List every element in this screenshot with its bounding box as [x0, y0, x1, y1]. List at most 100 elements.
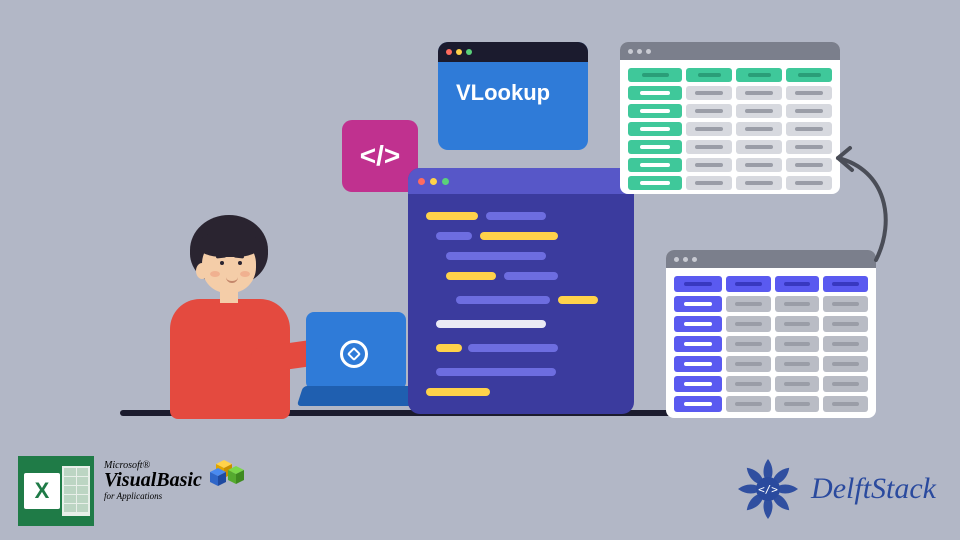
cell — [786, 86, 832, 100]
delftstack-logo: </> DelftStack — [735, 456, 936, 522]
header-cell — [736, 68, 782, 82]
traffic-yellow-icon — [430, 178, 437, 185]
cell — [775, 356, 820, 372]
cell — [726, 396, 771, 412]
traffic-red-icon — [418, 178, 425, 185]
titlebar-dot-icon — [692, 257, 697, 262]
code-line — [436, 368, 556, 376]
row-header-cell — [674, 396, 722, 412]
cell — [786, 104, 832, 118]
header-cell — [786, 68, 832, 82]
header-cell — [726, 276, 771, 292]
titlebar-dot-icon — [637, 49, 642, 54]
titlebar-dot-icon — [646, 49, 651, 54]
cell — [823, 316, 868, 332]
spreadsheet-grid — [628, 68, 832, 190]
header-cell — [674, 276, 722, 292]
titlebar-dot-icon — [628, 49, 633, 54]
cell — [736, 122, 782, 136]
cell — [686, 104, 732, 118]
vlookup-window: VLookup — [438, 42, 588, 150]
delftstack-label: DelftStack — [811, 472, 936, 506]
row-header-cell — [628, 86, 682, 100]
delftstack-mandala-icon: </> — [735, 456, 801, 522]
spreadsheet-grid — [674, 276, 868, 412]
window-titlebar — [438, 42, 588, 62]
row-header-cell — [628, 122, 682, 136]
cell — [823, 336, 868, 352]
cell — [726, 316, 771, 332]
cell — [823, 356, 868, 372]
vb-visual-label: Visual — [104, 469, 156, 491]
illustration-canvas: </> VLookup — [0, 0, 960, 540]
excel-x-icon: X — [24, 473, 60, 509]
code-line — [446, 252, 546, 260]
code-tag-tile: </> — [342, 120, 418, 192]
code-line — [446, 272, 496, 280]
laptop-illustration — [300, 312, 420, 410]
row-header-cell — [674, 296, 722, 312]
window-titlebar — [620, 42, 840, 60]
cell — [726, 296, 771, 312]
vb-basic-label: Basic — [156, 469, 202, 491]
code-line — [436, 320, 546, 328]
row-header-cell — [674, 356, 722, 372]
traffic-green-icon — [442, 178, 449, 185]
cell — [786, 122, 832, 136]
code-line — [426, 212, 478, 220]
cell — [775, 376, 820, 392]
vb-applications-label: for Applications — [104, 491, 254, 501]
cell — [775, 316, 820, 332]
vb-cubes-icon — [208, 454, 252, 490]
cell — [823, 296, 868, 312]
cell — [686, 176, 732, 190]
excel-logo: X — [18, 456, 94, 526]
code-tag-icon: </> — [360, 140, 400, 172]
cell — [726, 376, 771, 392]
cell — [775, 296, 820, 312]
cell — [736, 158, 782, 172]
code-editor-window — [408, 168, 634, 414]
code-line — [426, 388, 490, 396]
code-line — [468, 344, 558, 352]
cell — [686, 86, 732, 100]
header-cell — [823, 276, 868, 292]
code-line — [480, 232, 558, 240]
titlebar-dot-icon — [683, 257, 688, 262]
row-header-cell — [628, 140, 682, 154]
cell — [823, 376, 868, 392]
cell — [686, 158, 732, 172]
cell — [686, 122, 732, 136]
header-cell — [775, 276, 820, 292]
cell — [823, 396, 868, 412]
svg-text:</>: </> — [758, 483, 778, 496]
cell — [775, 336, 820, 352]
row-header-cell — [674, 336, 722, 352]
cell — [726, 356, 771, 372]
code-line — [436, 232, 472, 240]
cell — [775, 396, 820, 412]
row-header-cell — [628, 104, 682, 118]
row-header-cell — [674, 316, 722, 332]
row-header-cell — [628, 176, 682, 190]
row-header-cell — [674, 376, 722, 392]
traffic-red-icon — [446, 49, 452, 55]
vlookup-label: VLookup — [438, 62, 588, 106]
traffic-yellow-icon — [456, 49, 462, 55]
person-illustration — [140, 215, 320, 415]
power-icon — [340, 340, 368, 368]
traffic-green-icon — [466, 49, 472, 55]
cell — [736, 140, 782, 154]
code-line — [558, 296, 598, 304]
curved-arrow-icon — [826, 140, 896, 270]
header-cell — [628, 68, 682, 82]
window-titlebar — [408, 168, 634, 194]
cell — [686, 140, 732, 154]
spreadsheet-window-blue — [666, 250, 876, 418]
cell — [736, 86, 782, 100]
header-cell — [686, 68, 732, 82]
titlebar-dot-icon — [674, 257, 679, 262]
row-header-cell — [628, 158, 682, 172]
cell — [726, 336, 771, 352]
code-line — [504, 272, 558, 280]
